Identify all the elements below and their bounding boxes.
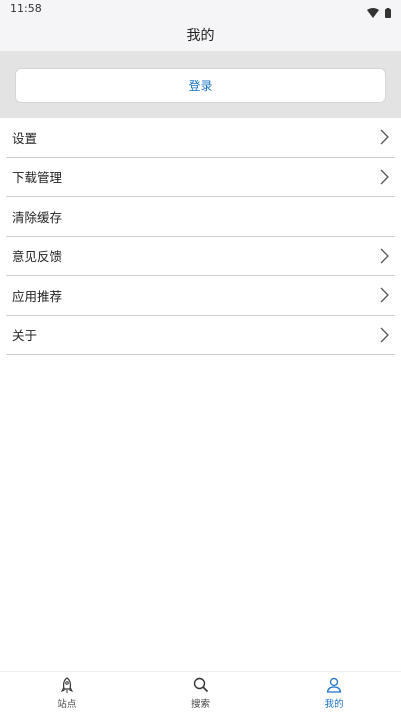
menu-item-clear-cache[interactable]: 清除缓存 (6, 197, 395, 237)
search-icon (193, 676, 209, 694)
menu-item-about[interactable]: 关于 (6, 316, 395, 355)
menu-item-app-recommend[interactable]: 应用推荐 (6, 276, 395, 316)
tab-label: 我的 (324, 699, 344, 710)
menu-item-label: 设置 (12, 130, 38, 146)
menu-item-label: 下载管理 (12, 170, 63, 186)
chevron-right-icon (377, 247, 391, 265)
page-title: 我的 (186, 27, 215, 44)
chevron-right-icon (377, 326, 391, 344)
login-button[interactable]: 登录 (15, 68, 386, 103)
tab-mine[interactable]: 我的 (267, 672, 401, 714)
menu-item-download-manager[interactable]: 下载管理 (6, 158, 395, 197)
menu-item-feedback[interactable]: 意见反馈 (6, 237, 395, 276)
rocket-icon (60, 676, 74, 694)
settings-menu-list: 设置 下载管理 清除缓存 意见反馈 应用推荐 关于 (6, 118, 395, 355)
tab-search[interactable]: 搜索 (134, 672, 268, 714)
tab-sites[interactable]: 站点 (0, 672, 134, 714)
tab-label: 搜索 (191, 699, 211, 710)
chevron-right-icon (377, 168, 391, 186)
status-bar: 11:58 (0, 0, 401, 18)
menu-item-label: 意见反馈 (12, 249, 63, 265)
menu-item-settings[interactable]: 设置 (6, 118, 395, 158)
menu-item-label: 关于 (12, 328, 38, 344)
title-bar: 我的 (0, 18, 401, 51)
login-button-label: 登录 (188, 79, 213, 93)
menu-item-label: 应用推荐 (12, 288, 63, 304)
person-icon (326, 676, 342, 694)
chevron-right-icon (377, 128, 391, 146)
chevron-right-icon (377, 286, 391, 304)
login-area: 登录 (0, 51, 401, 118)
tab-label: 站点 (57, 699, 77, 710)
bottom-tab-bar: 站点 搜索 我的 (0, 671, 401, 714)
status-time: 11:58 (10, 2, 42, 15)
menu-item-label: 清除缓存 (12, 209, 63, 225)
